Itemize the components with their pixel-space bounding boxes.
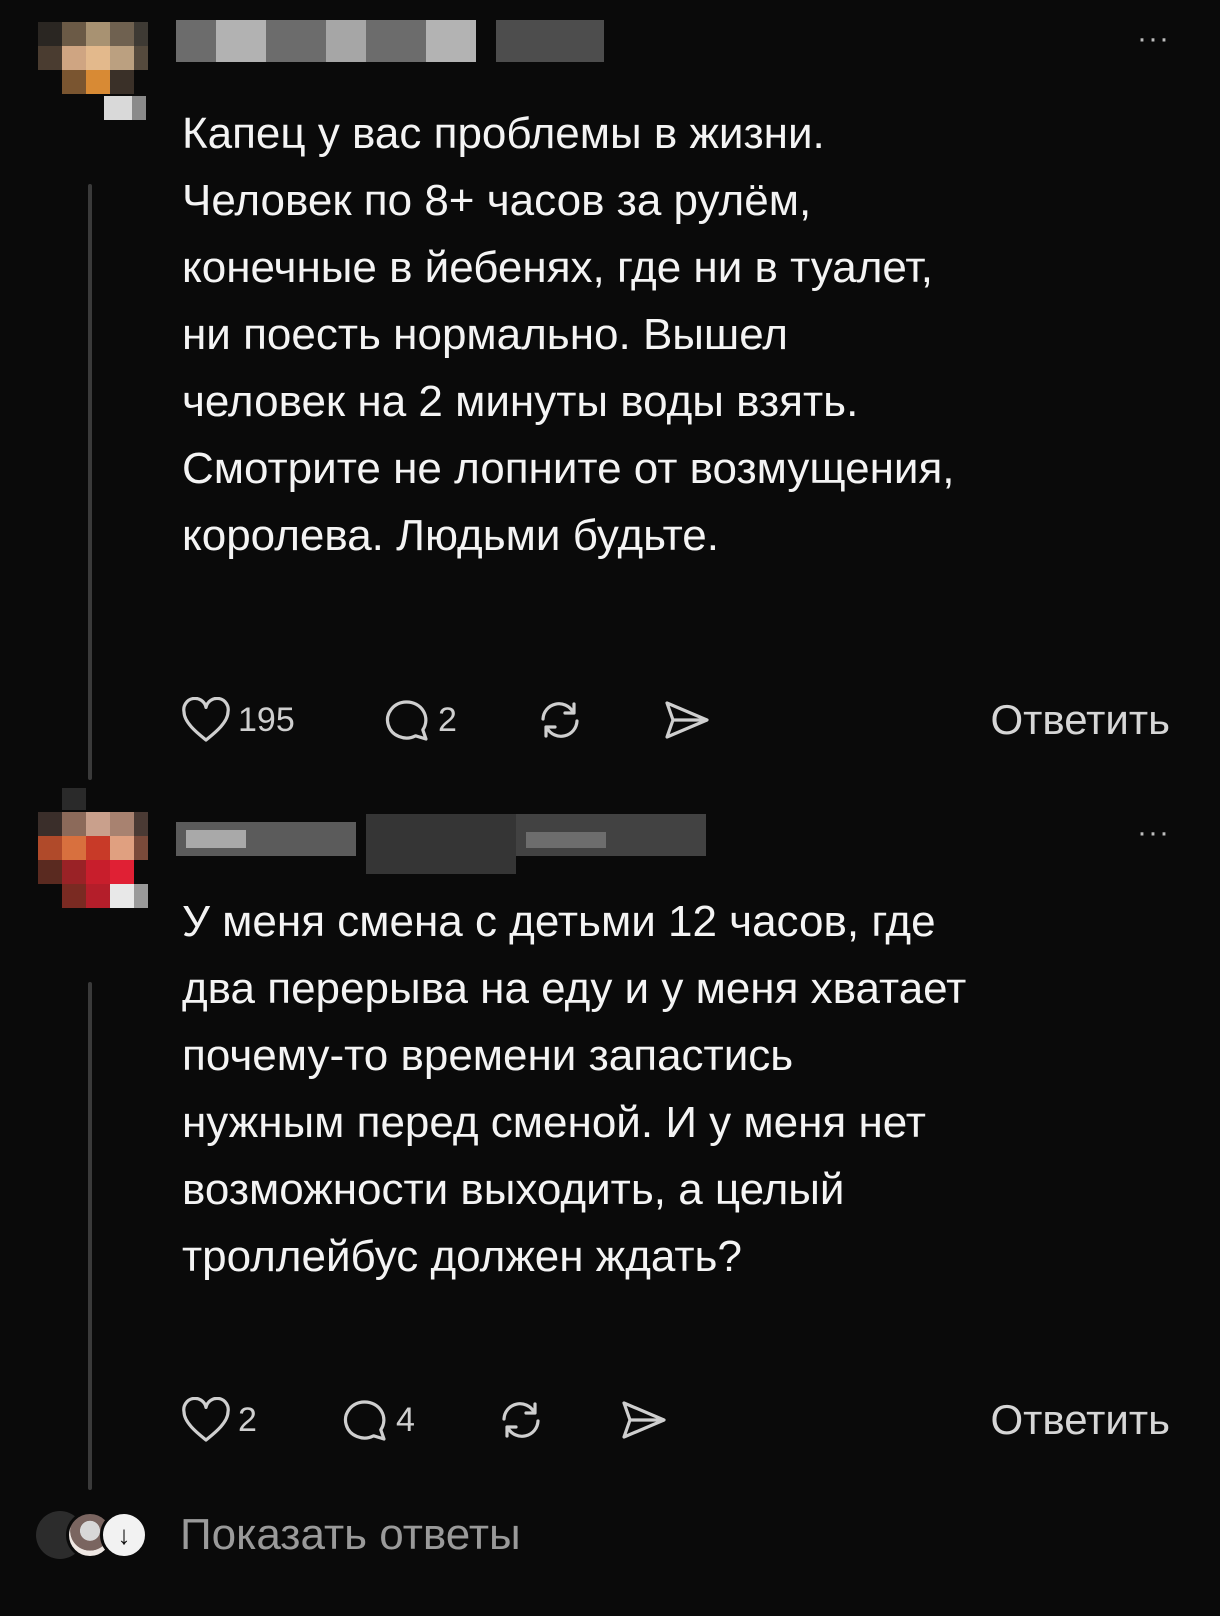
like-count: 195 [238,700,295,739]
comment-2: ··· У меня смена с детьми 12 часов, где … [0,788,1220,1510]
repost-button[interactable] [535,697,661,743]
avatar-blurred[interactable] [18,10,158,120]
comment-bubble-icon [343,1400,386,1441]
show-replies-label: Показать ответы [180,1510,521,1559]
username-blurred[interactable] [176,814,706,874]
repost-icon [541,702,579,738]
comment-count: 2 [438,700,457,739]
username-blurred[interactable] [176,20,616,64]
reply-button[interactable]: Ответить [990,1396,1170,1444]
comment-button[interactable]: 2 [380,697,535,743]
comment-bubble-icon [385,700,428,741]
share-button[interactable] [661,697,761,743]
heart-icon [182,697,230,742]
thread-line [88,982,92,1490]
send-icon [622,1401,666,1439]
more-dots-icon[interactable]: ··· [1137,22,1170,56]
like-button[interactable]: 195 [180,697,380,743]
like-button[interactable]: 2 [180,1397,338,1443]
avatar-blurred[interactable] [18,788,158,918]
repost-icon [502,1402,540,1438]
repost-button[interactable] [496,1397,618,1443]
arrow-down-icon: ↓ [100,1511,148,1559]
reply-avatars: ↓ [36,1507,176,1563]
comment-button[interactable]: 4 [338,1397,496,1443]
more-dots-icon[interactable]: ··· [1137,816,1170,850]
comment-actions: 2 4 Ответить [180,1392,1170,1448]
share-button[interactable] [618,1397,718,1443]
comment-count: 4 [396,1400,415,1439]
thread-line [88,184,92,780]
send-icon [665,701,709,739]
comment-text: У меня смена с детьми 12 часов, где два … [182,897,967,1281]
reply-button[interactable]: Ответить [990,696,1170,744]
heart-icon [182,1397,230,1442]
comment-text: Капец у вас проблемы в жизни. Человек по… [182,109,955,560]
like-count: 2 [238,1400,257,1439]
show-replies-button[interactable]: ↓ Показать ответы [36,1500,736,1570]
comment-1: ··· Капец у вас проблемы в жизни. Челове… [0,0,1220,790]
comment-actions: 195 2 Ответить [180,692,1170,748]
